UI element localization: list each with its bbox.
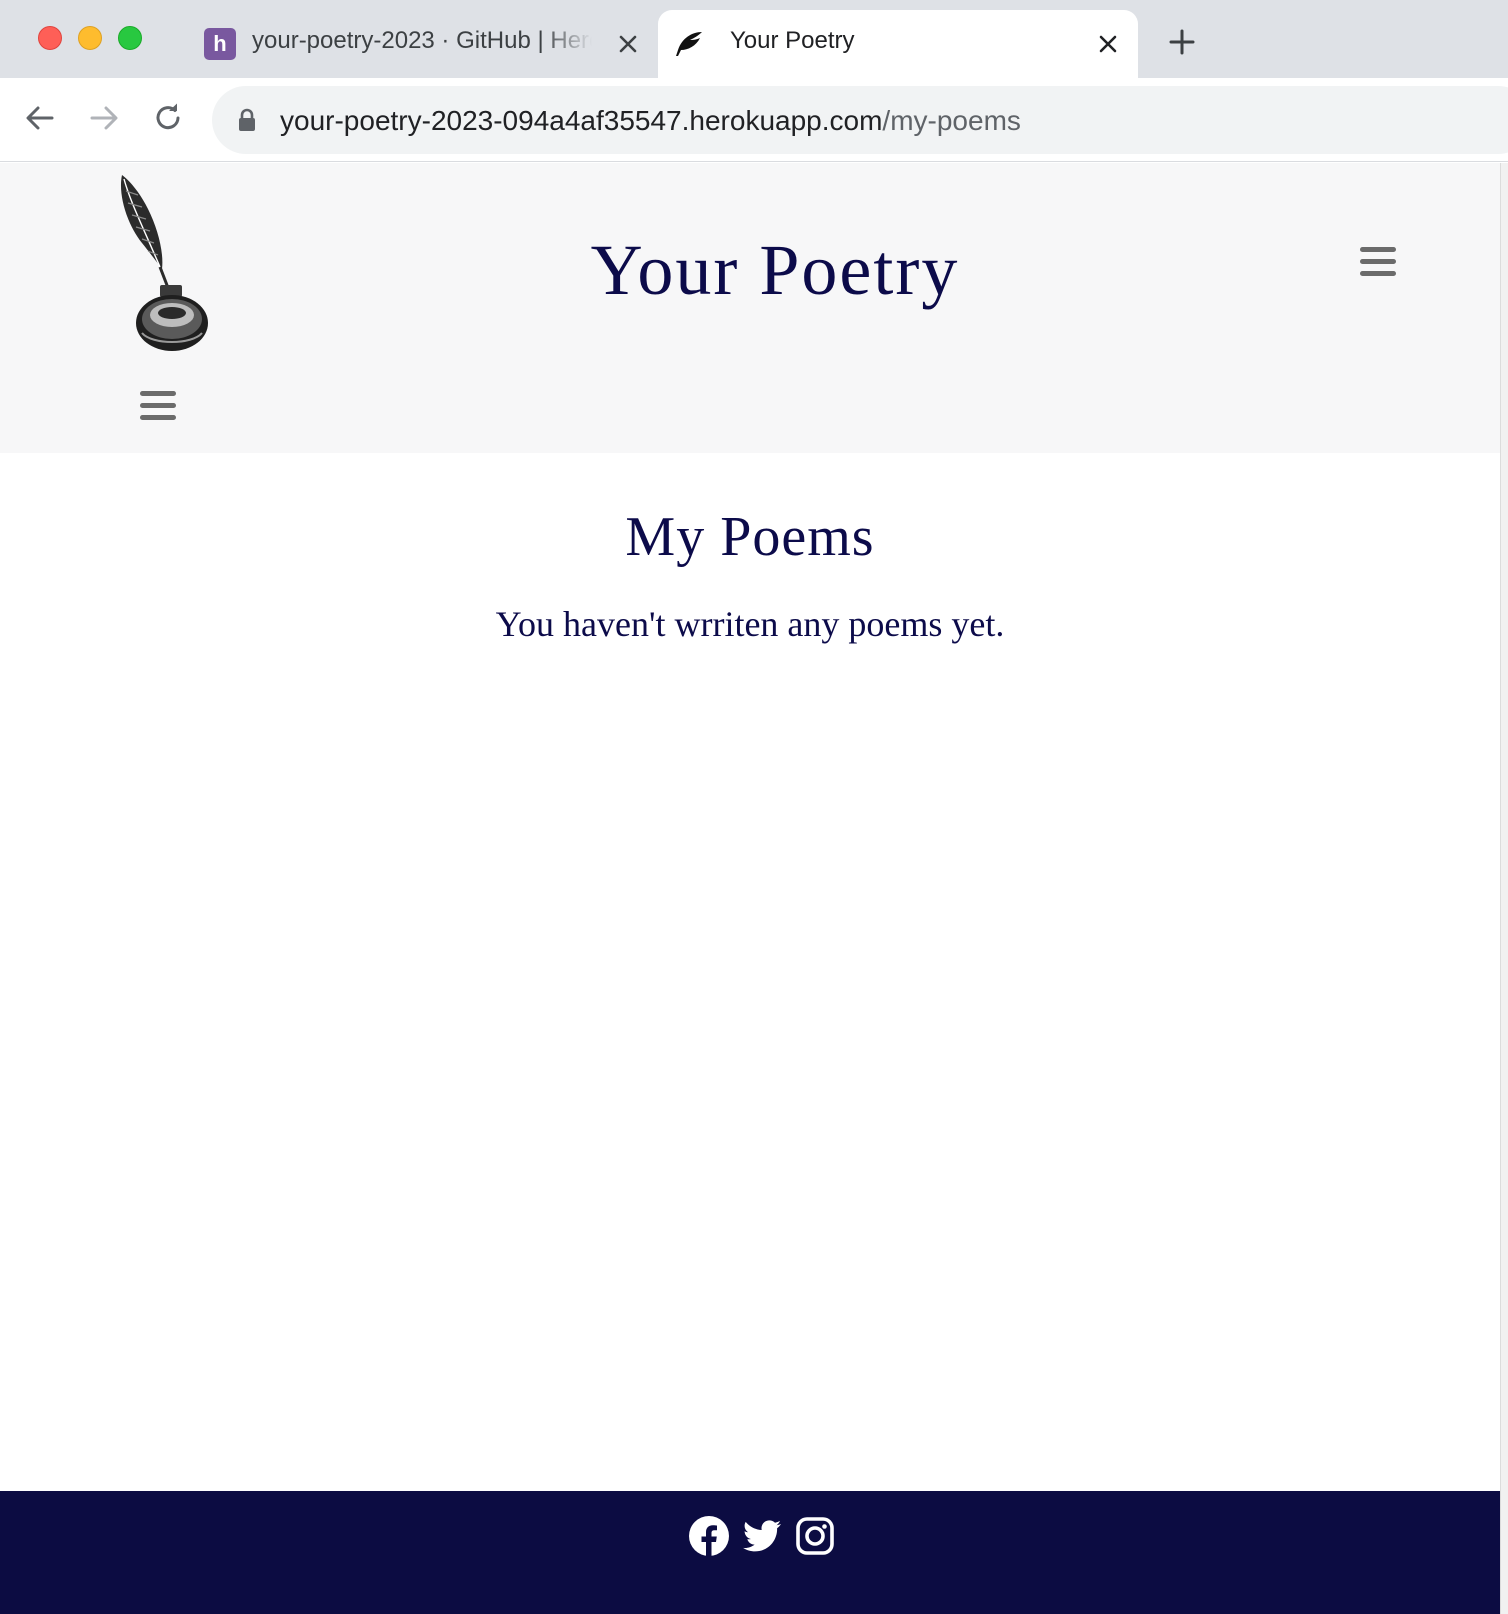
tab-heroku[interactable]: h your-poetry-2023 · GitHub | Heroku — [190, 10, 652, 78]
lock-icon[interactable] — [236, 108, 258, 132]
address-bar[interactable]: your-poetry-2023-094a4af35547.herokuapp.… — [212, 86, 1508, 154]
tab-title: your-poetry-2023 · GitHub | Heroku — [252, 27, 592, 54]
twitter-icon[interactable] — [741, 1515, 783, 1557]
site-title[interactable]: Your Poetry — [0, 229, 1508, 312]
url-text[interactable]: your-poetry-2023-094a4af35547.herokuapp.… — [280, 105, 1021, 137]
main-content: My Poems You haven't wrriten any poems y… — [0, 453, 1500, 1491]
tab-your-poetry[interactable]: Your Poetry — [658, 10, 1138, 78]
site-footer — [0, 1491, 1500, 1614]
hamburger-icon[interactable] — [1360, 247, 1396, 279]
close-tab-icon[interactable] — [614, 30, 642, 58]
url-host: your-poetry-2023-094a4af35547.herokuapp.… — [280, 105, 883, 136]
minimize-window-button[interactable] — [78, 26, 102, 50]
browser-toolbar: your-poetry-2023-094a4af35547.herokuapp.… — [0, 78, 1508, 162]
tab-title: Your Poetry — [730, 27, 855, 54]
reload-icon[interactable] — [150, 100, 186, 136]
new-tab-icon[interactable] — [1166, 26, 1198, 58]
instagram-icon[interactable] — [794, 1515, 836, 1557]
heroku-icon: h — [204, 28, 236, 60]
close-tab-icon[interactable] — [1094, 30, 1122, 58]
facebook-icon[interactable] — [688, 1515, 730, 1557]
scrollbar-track[interactable] — [1500, 163, 1508, 1614]
page-title: My Poems — [625, 506, 875, 568]
maximize-window-button[interactable] — [118, 26, 142, 50]
browser-tab-strip: h your-poetry-2023 · GitHub | Heroku You… — [0, 0, 1508, 78]
forward-arrow-icon[interactable] — [86, 100, 122, 136]
hamburger-icon[interactable] — [140, 391, 176, 423]
empty-state-message: You haven't wrriten any poems yet. — [495, 604, 1005, 644]
back-arrow-icon[interactable] — [22, 100, 58, 136]
url-path: /my-poems — [882, 105, 1021, 136]
close-window-button[interactable] — [38, 26, 62, 50]
feather-icon — [676, 32, 702, 56]
site-header: Your Poetry — [0, 163, 1500, 453]
